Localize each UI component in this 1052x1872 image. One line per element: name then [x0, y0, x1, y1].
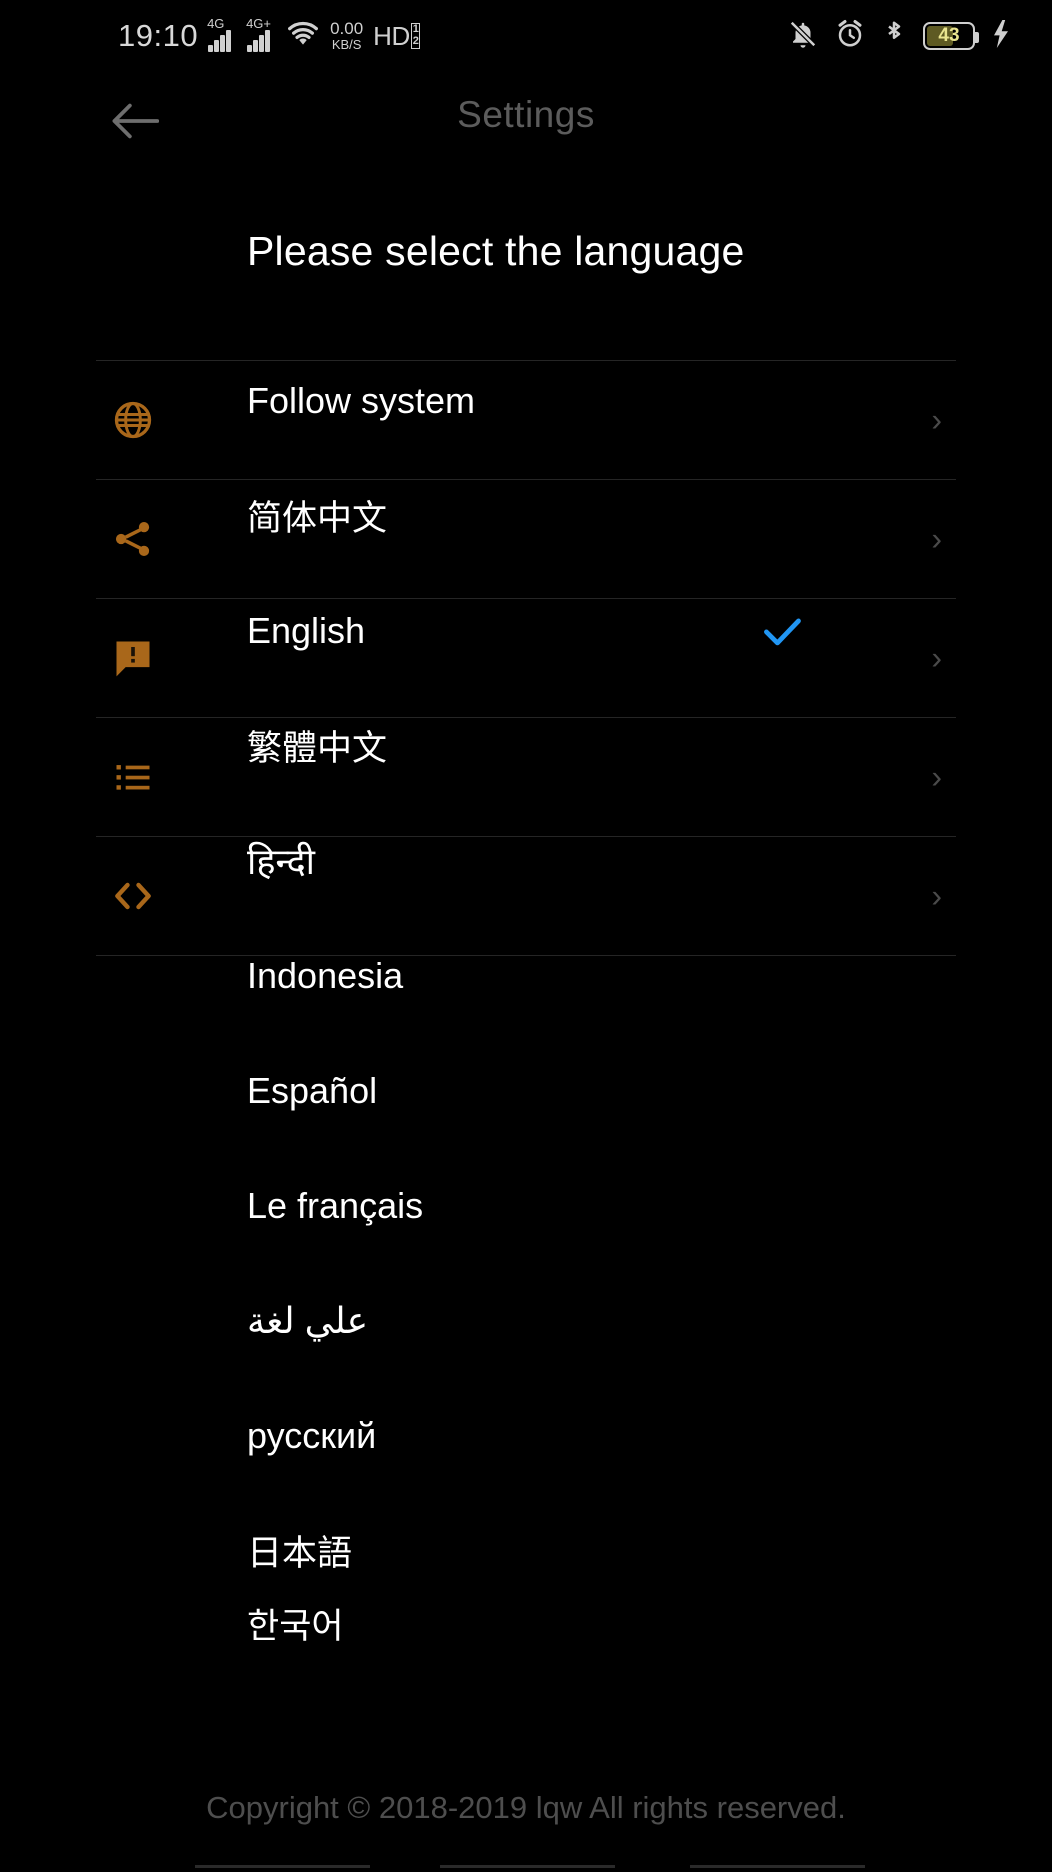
language-option-arabic[interactable]: علي لغة: [0, 1263, 1052, 1378]
language-label: 简体中文: [247, 499, 388, 538]
language-option-japanese[interactable]: 日本語: [0, 1493, 1052, 1608]
nav-hint-home[interactable]: [440, 1865, 615, 1868]
language-option-indonesia[interactable]: Indonesia: [0, 918, 1052, 1033]
language-label: русский: [247, 1414, 377, 1456]
network-generation-label-1: 4G: [207, 16, 225, 31]
language-option-french[interactable]: Le français: [0, 1148, 1052, 1263]
language-label: 한국어: [247, 1608, 344, 1646]
signal-strength-icon-1: 4G: [207, 16, 237, 52]
hd-sim-bottom: 2: [412, 35, 419, 47]
status-bar-right: 43: [788, 19, 1010, 54]
network-speed-unit: KB/S: [331, 37, 362, 53]
phone-screen: 19:10 4G 4G+ 0.00 KB/S HD 1 2 43 Setting…: [0, 0, 1052, 1872]
language-option-hindi[interactable]: हिन्दी: [0, 803, 1052, 918]
copyright-text: Copyright © 2018-2019 lqw All rights res…: [206, 1790, 846, 1825]
language-option-traditional-chinese[interactable]: 繁體中文: [0, 688, 1052, 803]
language-label: Follow system: [247, 379, 476, 421]
language-option-spanish[interactable]: Español: [0, 1033, 1052, 1148]
battery-icon: 43: [923, 22, 979, 50]
navigation-hint-bar: [0, 1856, 1052, 1872]
nav-hint-recents[interactable]: [690, 1865, 865, 1868]
page-title: Settings: [457, 94, 595, 135]
language-dialog-title: Please select the language: [247, 228, 745, 274]
signal-strength-icon-2: 4G+: [246, 16, 276, 52]
language-option-korean[interactable]: 한국어: [0, 1608, 1052, 1668]
language-label: हिन्दी: [247, 841, 316, 882]
alarm-icon: [835, 19, 865, 54]
app-bar: Settings: [0, 72, 1052, 172]
nav-hint-back[interactable]: [195, 1865, 370, 1868]
language-list: Follow system 简体中文 English 繁體中文 हिन्दी I…: [0, 343, 1052, 1668]
language-label: 繁體中文: [247, 729, 388, 768]
network-generation-label-2: 4G+: [246, 16, 272, 31]
charging-bolt-icon: [992, 19, 1010, 53]
language-option-simplified-chinese[interactable]: 简体中文: [0, 458, 1052, 573]
battery-percent-label: 43: [938, 25, 960, 46]
language-label: 日本語: [247, 1534, 353, 1573]
language-label: English: [247, 609, 366, 651]
language-label: علي لغة: [247, 1299, 369, 1341]
network-speed-value: 0.00: [330, 19, 364, 39]
language-option-english[interactable]: English: [0, 573, 1052, 688]
language-label: Español: [247, 1069, 378, 1111]
network-speed-indicator: 0.00 KB/S: [330, 20, 363, 51]
language-option-follow-system[interactable]: Follow system: [0, 343, 1052, 458]
check-icon: [760, 609, 804, 653]
bluetooth-icon: [882, 19, 906, 54]
hd-voice-icon: HD 1 2: [373, 20, 421, 52]
language-label: Le français: [247, 1184, 424, 1226]
language-option-russian[interactable]: русский: [0, 1378, 1052, 1493]
wifi-icon: [286, 21, 320, 52]
status-bar-left: 19:10 4G 4G+ 0.00 KB/S HD 1 2: [118, 16, 421, 54]
status-bar: 19:10 4G 4G+ 0.00 KB/S HD 1 2 43: [0, 0, 1052, 72]
hd-sim-indicator: 1 2: [410, 23, 421, 49]
status-clock: 19:10: [118, 18, 199, 53]
hd-label: HD: [373, 20, 410, 51]
language-label: Indonesia: [247, 954, 404, 996]
notifications-off-icon: [788, 19, 818, 54]
